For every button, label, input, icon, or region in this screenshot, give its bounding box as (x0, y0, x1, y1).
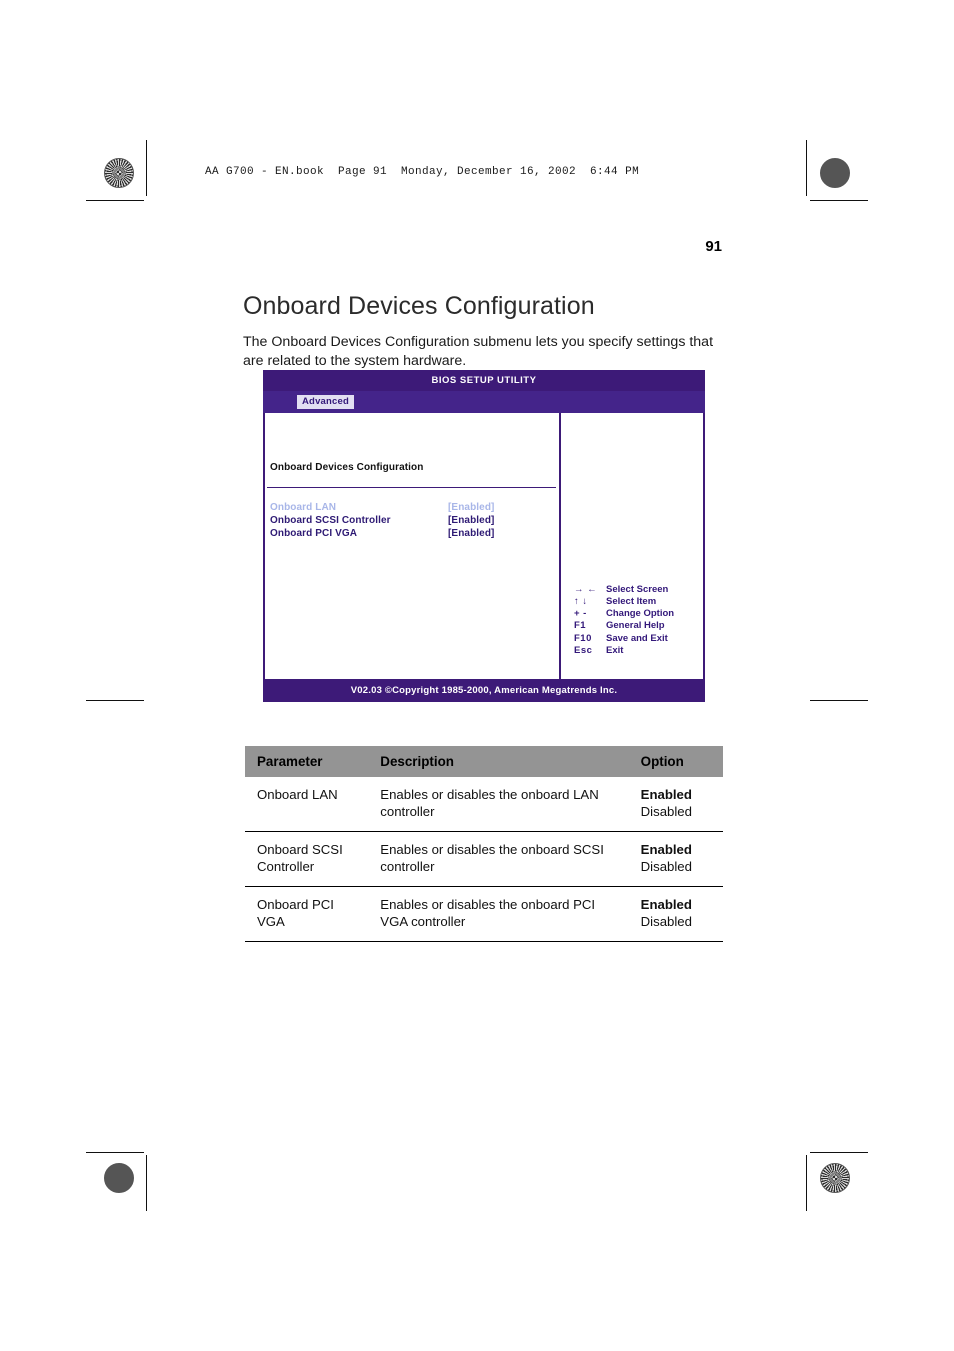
registration-mark-right-lower (824, 1112, 852, 1140)
bios-setting-onboard-lan[interactable]: Onboard LAN [Enabled] (270, 501, 550, 514)
key-legend-row: F10 Save and Exit (574, 633, 674, 645)
trim-line-right-lower (810, 1152, 868, 1153)
bios-setting-onboard-scsi-controller[interactable]: Onboard SCSI Controller [Enabled] (270, 514, 550, 527)
bios-copyright-text: V02.03 ©Copyright 1985-2000, American Me… (350, 685, 618, 696)
intro-paragraph: The Onboard Devices Configuration submen… (243, 334, 714, 370)
bios-settings-list: Onboard LAN [Enabled] Onboard SCSI Contr… (270, 501, 550, 540)
cell-parameter: Onboard SCSI Controller (245, 831, 369, 887)
bios-body: Onboard Devices Configuration Onboard LA… (263, 413, 705, 679)
cell-option: Enabled Disabled (628, 886, 723, 942)
key-legend-row: ↑ ↓ Select Item (574, 596, 674, 608)
table-row: Onboard LAN Enables or disables the onbo… (245, 777, 723, 832)
key-combo-select-item: ↑ ↓ (574, 595, 588, 607)
key-label-change-option: Change Option (606, 608, 675, 620)
bios-settings-panel: Onboard Devices Configuration Onboard LA… (265, 413, 559, 679)
table-body: Onboard LAN Enables or disables the onbo… (245, 777, 723, 942)
option-default-value: Enabled (640, 787, 692, 802)
key-label-save-and-exit: Save and Exit (606, 632, 668, 644)
key-combo-change-option: + - (574, 608, 587, 620)
column-header-description: Description (368, 746, 629, 777)
cell-description: Enables or disables the onboard SCSI con… (368, 831, 629, 887)
trim-line-top-left-vertical (146, 140, 147, 196)
trim-line-right-upper (810, 200, 868, 201)
trim-line-left-upper (86, 200, 144, 201)
bios-key-legend: → ← Select Screen ↑ ↓ Select Item + - Ch… (574, 584, 674, 657)
cell-option: Enabled Disabled (628, 777, 723, 832)
bios-setting-onboard-pci-vga[interactable]: Onboard PCI VGA [Enabled] (270, 527, 550, 540)
key-combo-save-and-exit: F10 (574, 632, 592, 644)
calibration-circle-bottom-right (820, 1163, 850, 1193)
bios-setting-label: Onboard LAN (270, 502, 337, 513)
bios-menu-bar: Advanced (263, 391, 705, 413)
registration-mark-left-middle (100, 658, 128, 686)
key-label-select-item: Select Item (606, 595, 657, 607)
bios-title-bar: BIOS SETUP UTILITY (263, 370, 705, 391)
option-alternate-value: Disabled (640, 914, 692, 929)
cell-option: Enabled Disabled (628, 831, 723, 887)
option-alternate-value: Disabled (640, 859, 692, 874)
trim-line-bottom-right-vertical (806, 1155, 807, 1211)
cell-description: Enables or disables the onboard PCI VGA … (368, 886, 629, 942)
bios-submenu-divider (267, 487, 556, 488)
table-header-row: Parameter Description Option (245, 746, 723, 777)
registration-mark-top-right-inner (769, 158, 797, 186)
registration-mark-top-left-inner (149, 158, 177, 186)
registration-mark-bottom-right-inner (769, 1163, 797, 1191)
bios-footer-bar: V02.03 ©Copyright 1985-2000, American Me… (263, 679, 705, 702)
bios-setting-value: [Enabled] (448, 502, 495, 513)
bios-title-text: BIOS SETUP UTILITY (431, 375, 537, 386)
key-combo-exit: Esc (574, 644, 593, 656)
trim-line-right-middle (810, 700, 868, 701)
key-legend-row: Esc Exit (574, 645, 674, 657)
trim-line-top-right-vertical (806, 140, 807, 196)
key-legend-row: F1 General Help (574, 620, 674, 632)
cell-parameter: Onboard PCI VGA (245, 886, 369, 942)
registration-mark-right-middle (824, 658, 852, 686)
column-header-option: Option (628, 746, 723, 777)
calibration-circle-bottom-left (104, 1163, 134, 1193)
table-row: Onboard PCI VGA Enables or disables the … (245, 886, 723, 942)
registration-mark-left-upper (100, 205, 128, 233)
bios-tab-advanced[interactable]: Advanced (297, 395, 355, 409)
bios-setup-screenshot: BIOS SETUP UTILITY Advanced Onboard Devi… (263, 370, 705, 702)
page-number: 91 (705, 238, 722, 255)
key-combo-general-help: F1 (574, 620, 587, 632)
table-header: Parameter Description Option (245, 746, 723, 777)
registration-mark-right-upper (824, 205, 852, 233)
key-label-exit: Exit (606, 644, 624, 656)
bios-setting-label: Onboard SCSI Controller (270, 515, 391, 526)
book-header-line: AA G700 - EN.book Page 91 Monday, Decemb… (205, 166, 640, 178)
bios-setting-label: Onboard PCI VGA (270, 528, 358, 539)
registration-mark-bottom-left-inner (149, 1163, 177, 1191)
key-label-general-help: General Help (606, 620, 665, 632)
bios-setting-value: [Enabled] (448, 515, 495, 526)
registration-mark-bottom-center (456, 1163, 484, 1191)
table-row: Onboard SCSI Controller Enables or disab… (245, 831, 723, 887)
page-title: Onboard Devices Configuration (243, 291, 595, 320)
column-header-parameter: Parameter (245, 746, 369, 777)
bios-submenu-title: Onboard Devices Configuration (270, 462, 424, 473)
trim-line-left-middle (86, 700, 144, 701)
bios-setting-value: [Enabled] (448, 528, 495, 539)
registration-mark-left-lower (100, 1112, 128, 1140)
key-legend-row: + - Change Option (574, 608, 674, 620)
option-alternate-value: Disabled (640, 804, 692, 819)
key-combo-select-screen: → ← (574, 583, 598, 595)
key-legend-row: → ← Select Screen (574, 584, 674, 596)
trim-line-bottom-left-vertical (146, 1155, 147, 1211)
bios-help-panel: → ← Select Screen ↑ ↓ Select Item + - Ch… (561, 413, 703, 679)
calibration-circle-top-right (820, 158, 850, 188)
cell-description: Enables or disables the onboard LAN cont… (368, 777, 629, 832)
calibration-circle-top-left (104, 158, 134, 188)
trim-line-left-lower (86, 1152, 144, 1153)
option-default-value: Enabled (640, 842, 692, 857)
cell-parameter: Onboard LAN (245, 777, 369, 832)
parameter-description-table: Parameter Description Option Onboard LAN… (245, 746, 723, 942)
key-label-select-screen: Select Screen (606, 583, 669, 595)
option-default-value: Enabled (640, 897, 692, 912)
